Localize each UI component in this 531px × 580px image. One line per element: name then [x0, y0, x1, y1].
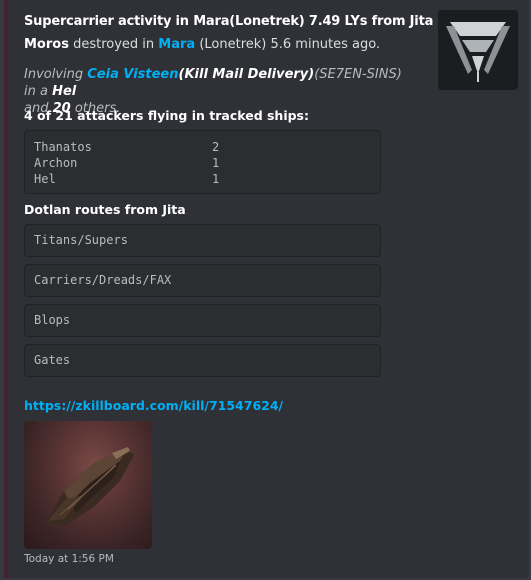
- attacker-ship-name: Hel: [34, 172, 56, 186]
- involving-prefix: Involving: [24, 67, 88, 82]
- routes-field-name: Dotlan routes from Jita: [24, 202, 186, 217]
- description-text-1: destroyed in: [68, 37, 159, 52]
- embed-description: Moros destroyed in Mara (Lonetrek) 5.6 m…: [24, 36, 380, 54]
- ship-render-image[interactable]: [24, 421, 152, 549]
- attacker-ship-count: 2: [212, 140, 220, 154]
- zkillboard-link[interactable]: https://zkillboard.com/kill/71547624/: [24, 398, 283, 413]
- embed-timestamp: Today at 1:56 PM: [24, 553, 114, 565]
- route-titans-supers[interactable]: Titans/Supers: [24, 224, 381, 257]
- victim-ship: Moros: [24, 37, 69, 52]
- attacker-row: Hel 1: [34, 171, 371, 187]
- attacker-row: Thanatos 2: [34, 139, 371, 155]
- alliance-name: (SE7EN-SINS): [314, 67, 402, 82]
- route-gates[interactable]: Gates: [24, 344, 381, 377]
- alliance-logo-icon[interactable]: [438, 10, 518, 90]
- attackers-field-name: 4 of 21 attackers flying in tracked ship…: [24, 108, 309, 123]
- system-link[interactable]: Mara: [158, 37, 195, 52]
- attacker-ship: Hel: [52, 84, 77, 99]
- killmail-embed: Supercarrier activity in Mara(Lonetrek) …: [4, 0, 529, 578]
- embed-title: Supercarrier activity in Mara(Lonetrek) …: [24, 14, 434, 29]
- attacker-row: Archon 1: [34, 155, 371, 171]
- description-text-2: (Lonetrek) 5.6 minutes ago.: [195, 37, 381, 52]
- attacker-ship-name: Archon: [34, 156, 78, 170]
- attackers-codeblock: Thanatos 2 Archon 1 Hel 1: [24, 130, 381, 194]
- route-carriers-dreads-fax[interactable]: Carriers/Dreads/FAX: [24, 264, 381, 297]
- route-blops[interactable]: Blops: [24, 304, 381, 337]
- pilot-link[interactable]: Ceia Visteen: [87, 67, 178, 82]
- attacker-ship-count: 1: [212, 172, 220, 186]
- attacker-ship-count: 1: [212, 156, 220, 170]
- attacker-ship-name: Thanatos: [34, 140, 92, 154]
- involving-mid: in a: [24, 84, 53, 99]
- corp-name: (Kill Mail Delivery): [178, 67, 315, 82]
